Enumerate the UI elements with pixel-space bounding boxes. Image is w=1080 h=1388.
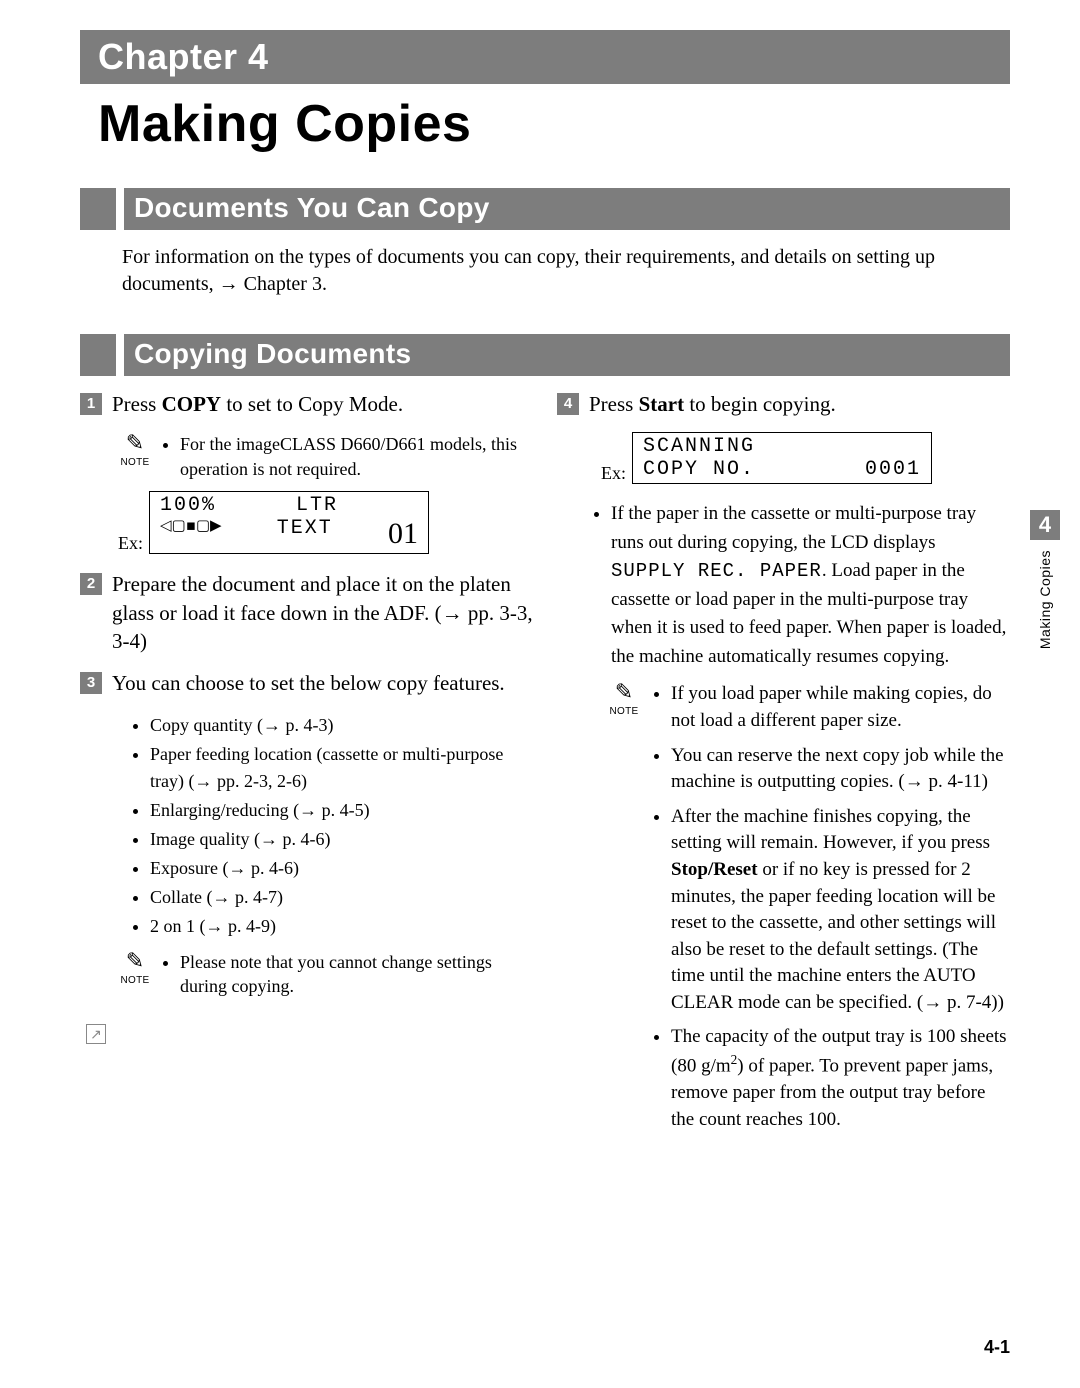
note-label: NOTE — [121, 456, 150, 470]
step-number-icon: 4 — [557, 393, 579, 415]
lcd-example-1: Ex: 100% LTR ◁▢▪▢▶ TEXT 01 — [118, 491, 533, 555]
section-heading-copying: Copying Documents — [80, 334, 1010, 376]
chapter-title: Making Copies — [98, 94, 1010, 154]
step-4: 4 Press Start to begin copying. — [557, 390, 1010, 418]
cross-ref-icon: ↗ — [86, 1024, 106, 1044]
copy-features-list: Copy quantity (→ p. 4-3) Paper feeding l… — [150, 712, 533, 940]
step-number-icon: 2 — [80, 573, 102, 595]
lcd-example-2: Ex: SCANNING COPY NO.0001 — [601, 432, 1010, 484]
section1-intro: For information on the types of document… — [122, 244, 1000, 298]
step-2: 2 Prepare the document and place it on t… — [80, 570, 533, 655]
step-3: 3 You can choose to set the below copy f… — [80, 669, 533, 697]
pencil-icon: ✎ — [615, 681, 633, 703]
pencil-icon: ✎ — [126, 950, 144, 972]
step-number-icon: 1 — [80, 393, 102, 415]
pencil-icon: ✎ — [126, 432, 144, 454]
step-1: 1 Press COPY to set to Copy Mode. — [80, 390, 533, 418]
manual-page: Chapter 4 Making Copies Documents You Ca… — [0, 0, 1080, 1247]
step-number-icon: 3 — [80, 672, 102, 694]
page-number: 4-1 — [984, 1337, 1010, 1358]
section-heading-documents: Documents You Can Copy — [80, 188, 1010, 230]
note-label: NOTE — [121, 974, 150, 988]
note-label: NOTE — [610, 705, 639, 719]
thumb-tab: 4 Making Copies — [1030, 510, 1060, 649]
step4-notes: If you load paper while making copies, d… — [671, 681, 1010, 1141]
step4-info: If the paper in the cassette or multi-pu… — [611, 500, 1010, 671]
chapter-bar: Chapter 4 — [80, 30, 1010, 84]
